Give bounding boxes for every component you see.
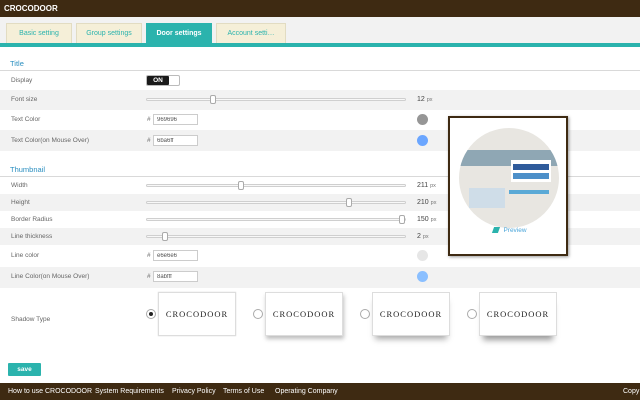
line-color-input[interactable] bbox=[153, 250, 198, 261]
text-color-swatch[interactable] bbox=[417, 114, 428, 125]
tab-bar: Basic setting Group settings Door settin… bbox=[0, 17, 640, 47]
save-button[interactable]: save bbox=[8, 363, 41, 376]
hash-prefix: # bbox=[147, 137, 151, 144]
shadow-radio-1[interactable] bbox=[146, 309, 156, 319]
line-color-hover-input[interactable] bbox=[153, 271, 198, 282]
footer: How to use CROCODOOR System Requirements… bbox=[0, 383, 640, 400]
border-radius-slider[interactable] bbox=[146, 215, 406, 224]
slider-thumb[interactable] bbox=[238, 181, 244, 190]
footer-link-how-to-use[interactable]: How to use CROCODOOR bbox=[8, 388, 92, 395]
width-label: Width bbox=[11, 182, 28, 189]
shadow-radio-4[interactable] bbox=[467, 309, 477, 319]
display-row: Display ON bbox=[0, 71, 640, 90]
display-toggle[interactable]: ON bbox=[146, 75, 180, 86]
tab-group-settings[interactable]: Group settings bbox=[76, 23, 142, 43]
tab-account-settings[interactable]: Account setti… bbox=[216, 23, 286, 43]
tab-door-settings[interactable]: Door settings bbox=[146, 23, 212, 43]
line-color-hover-swatch[interactable] bbox=[417, 271, 428, 282]
footer-link-system-requirements[interactable]: System Requirements bbox=[95, 388, 164, 395]
hash-prefix: # bbox=[147, 252, 151, 259]
text-color-label: Text Color bbox=[11, 116, 41, 123]
shadow-option-card[interactable]: CROCODOOR bbox=[158, 292, 236, 336]
shadow-type-label: Shadow Type bbox=[11, 316, 51, 323]
shadow-radio-3[interactable] bbox=[360, 309, 370, 319]
section-title-heading: Title bbox=[10, 59, 24, 68]
font-size-label: Font size bbox=[11, 96, 38, 103]
height-slider[interactable] bbox=[146, 198, 406, 207]
line-thickness-value: 2 px bbox=[417, 233, 429, 240]
line-color-swatch[interactable] bbox=[417, 250, 428, 261]
width-value: 211 px bbox=[417, 182, 436, 189]
text-color-hover-input[interactable] bbox=[153, 135, 198, 146]
footer-copyright: Copy bbox=[623, 388, 640, 395]
line-color-hover-row: Line Color(on Mouse Over) # bbox=[0, 267, 640, 288]
app-title: CROCODOOR bbox=[4, 4, 58, 13]
slider-thumb[interactable] bbox=[210, 95, 216, 104]
height-label: Height bbox=[11, 199, 30, 206]
shadow-option-card[interactable]: CROCODOOR bbox=[372, 292, 450, 336]
border-radius-value: 150 px bbox=[417, 216, 437, 223]
slider-thumb[interactable] bbox=[346, 198, 352, 207]
shadow-option-card[interactable]: CROCODOOR bbox=[479, 292, 557, 336]
height-value: 210 px bbox=[417, 199, 437, 206]
width-slider[interactable] bbox=[146, 181, 406, 190]
line-thickness-label: Line thickness bbox=[11, 233, 53, 240]
toggle-on-label: ON bbox=[147, 76, 169, 85]
text-color-hover-label: Text Color(on Mouse Over) bbox=[11, 137, 90, 144]
tab-underline bbox=[0, 43, 640, 47]
line-color-label: Line color bbox=[11, 252, 40, 259]
app-header: CROCODOOR bbox=[0, 0, 640, 17]
font-size-slider[interactable] bbox=[146, 95, 406, 104]
slider-thumb[interactable] bbox=[162, 232, 168, 241]
font-size-value: 12 px bbox=[417, 96, 433, 103]
preview-panel: Preview bbox=[448, 116, 568, 256]
shadow-radio-2[interactable] bbox=[253, 309, 263, 319]
display-label: Display bbox=[11, 77, 33, 84]
preview-label: Preview bbox=[450, 227, 570, 234]
text-color-input[interactable] bbox=[153, 114, 198, 125]
section-thumbnail-heading: Thumbnail bbox=[10, 165, 46, 174]
line-color-hover-label: Line Color(on Mouse Over) bbox=[11, 273, 90, 280]
footer-link-privacy-policy[interactable]: Privacy Policy bbox=[172, 388, 216, 395]
tab-basic-setting[interactable]: Basic setting bbox=[6, 23, 72, 43]
slider-thumb[interactable] bbox=[399, 215, 405, 224]
line-thickness-slider[interactable] bbox=[146, 232, 406, 241]
hash-prefix: # bbox=[147, 273, 151, 280]
font-size-row: Font size 12 px bbox=[0, 90, 640, 110]
border-radius-label: Border Radius bbox=[11, 216, 53, 223]
hash-prefix: # bbox=[147, 116, 151, 123]
pen-icon bbox=[492, 227, 501, 233]
footer-link-operating-company[interactable]: Operating Company bbox=[275, 388, 338, 395]
preview-thumbnail bbox=[459, 128, 559, 228]
footer-link-terms-of-use[interactable]: Terms of Use bbox=[223, 388, 264, 395]
text-color-hover-swatch[interactable] bbox=[417, 135, 428, 146]
shadow-option-card[interactable]: CROCODOOR bbox=[265, 292, 343, 336]
